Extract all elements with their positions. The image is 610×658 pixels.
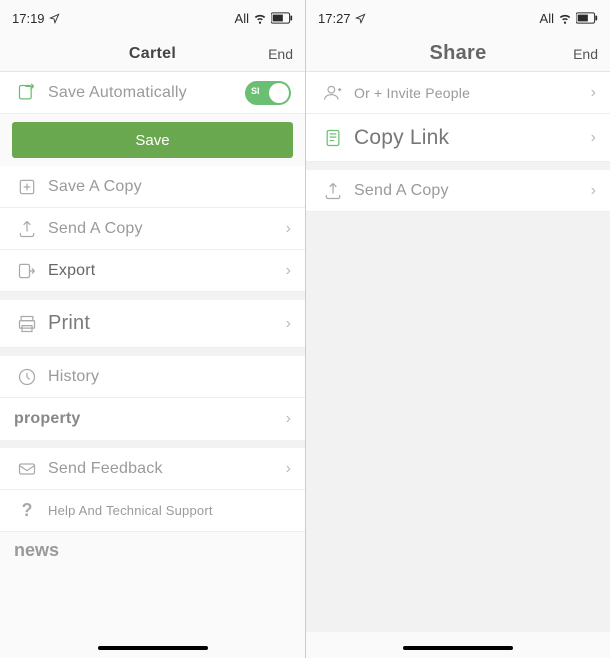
invite-icon (320, 83, 346, 103)
save-copy-icon (14, 177, 40, 197)
send-copy-label: Send A Copy (48, 220, 286, 238)
help-icon: ? (14, 500, 40, 521)
copy-link-row[interactable]: Copy Link › (306, 114, 610, 162)
export-row[interactable]: Export › (0, 250, 305, 292)
invite-people-row[interactable]: Or + Invite People › (306, 72, 610, 114)
chevron-right-icon: › (591, 129, 596, 147)
property-row[interactable]: property › (0, 398, 305, 440)
feedback-row[interactable]: Send Feedback › (0, 448, 305, 490)
send-copy-icon (14, 219, 40, 239)
chevron-right-icon: › (286, 460, 291, 478)
chevron-right-icon: › (286, 315, 291, 333)
send-copy-label: Send A Copy (354, 182, 591, 200)
status-time: 17:27 (318, 11, 351, 26)
home-indicator[interactable] (403, 646, 513, 650)
battery-icon (271, 12, 293, 24)
wifi-icon (253, 11, 267, 25)
right-screen: 17:27 All Share End Or + Invite People ›… (305, 0, 610, 658)
carrier-label: All (540, 11, 554, 26)
export-icon (14, 261, 40, 281)
export-label: Export (48, 262, 286, 280)
print-label: Print (48, 312, 286, 335)
chevron-right-icon: › (286, 410, 291, 428)
battery-icon (576, 12, 598, 24)
feedback-label: Send Feedback (48, 460, 286, 478)
status-bar: 17:19 All (0, 0, 305, 36)
nav-bar: Share End (306, 36, 610, 72)
property-label: property (14, 410, 286, 428)
wifi-icon (558, 11, 572, 25)
carrier-label: All (235, 11, 249, 26)
chevron-right-icon: › (591, 84, 596, 102)
chevron-right-icon: › (286, 262, 291, 280)
help-row[interactable]: ? Help And Technical Support (0, 490, 305, 532)
auto-save-toggle[interactable] (245, 81, 291, 105)
home-indicator[interactable] (98, 646, 208, 650)
end-button[interactable]: End (573, 46, 598, 62)
copy-link-label: Copy Link (354, 126, 591, 150)
history-label: History (48, 368, 291, 386)
feedback-icon (14, 459, 40, 479)
chevron-right-icon: › (591, 182, 596, 200)
status-bar: 17:27 All (306, 0, 610, 36)
save-button[interactable]: Save (12, 122, 293, 158)
status-time: 17:19 (12, 11, 45, 26)
nav-title: Cartel (129, 45, 176, 63)
history-row[interactable]: History (0, 356, 305, 398)
location-icon (355, 13, 366, 24)
history-icon (14, 367, 40, 387)
auto-save-icon (14, 83, 40, 103)
news-label: news (0, 532, 305, 569)
auto-save-label: Save Automatically (48, 84, 245, 102)
send-copy-row-r[interactable]: Send A Copy › (306, 170, 610, 212)
left-screen: 17:19 All Cartel End Save Automatically … (0, 0, 305, 658)
send-copy-icon (320, 181, 346, 201)
print-icon (14, 314, 40, 334)
chevron-right-icon: › (286, 220, 291, 238)
save-copy-label: Save A Copy (48, 178, 291, 196)
save-copy-row[interactable]: Save A Copy (0, 166, 305, 208)
end-button[interactable]: End (268, 46, 293, 62)
copy-link-icon (320, 128, 346, 148)
nav-bar: Cartel End (0, 36, 305, 72)
help-label: Help And Technical Support (48, 503, 291, 518)
invite-label: Or + Invite People (354, 85, 591, 101)
nav-title: Share (429, 42, 486, 65)
location-icon (49, 13, 60, 24)
auto-save-row[interactable]: Save Automatically (0, 72, 305, 114)
send-copy-row[interactable]: Send A Copy › (0, 208, 305, 250)
print-row[interactable]: Print › (0, 300, 305, 348)
